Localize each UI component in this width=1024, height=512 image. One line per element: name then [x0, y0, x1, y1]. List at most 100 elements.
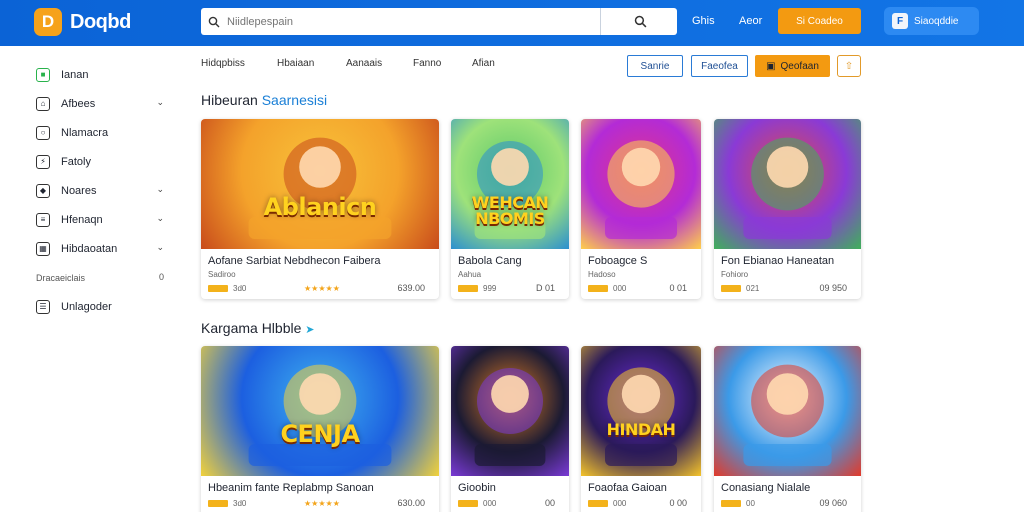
game-thumbnail[interactable]: Ablanicn: [201, 119, 439, 249]
game-card-body: Foboagce S Hadoso 000★★★0 01: [581, 249, 701, 294]
game-card-body: Conasiang Nialale 00★★★09 060: [714, 476, 861, 509]
game-thumbnail[interactable]: [714, 119, 861, 249]
sidebar-item-controller[interactable]: ≡ Hfenaqn ⌄: [36, 205, 172, 234]
signup-button[interactable]: Si Coadeo: [778, 8, 861, 34]
logo-text: Doqbd: [70, 10, 131, 33]
sidebar-item-store[interactable]: ⌂ Afbees ⌄: [36, 89, 172, 118]
sidebar-item-label: Unlagoder: [61, 300, 112, 313]
rating-badge: [208, 499, 228, 507]
game-stats-row: 000★★★00: [458, 497, 562, 509]
user-menu-button[interactable]: F Siaoqddie: [884, 7, 979, 35]
nav-link-aeor[interactable]: Aeor: [739, 15, 762, 27]
main-panel: ■ Ianan ⌂ Afbees ⌄ ○ Nlamacra ⚡ Fatoly ◆…: [0, 46, 1024, 512]
review-count: 00: [746, 498, 755, 508]
game-title[interactable]: Fon Ebianao Haneatan: [721, 255, 854, 267]
sidebar: ■ Ianan ⌂ Afbees ⌄ ○ Nlamacra ⚡ Fatoly ◆…: [36, 60, 172, 321]
game-stats-row: 3d0 ★★★★★ 639.00: [208, 282, 432, 294]
search-submit-button[interactable]: [625, 15, 655, 28]
sidebar-subheading[interactable]: Dracaeiclais 0: [36, 263, 172, 292]
home-icon: ■: [36, 67, 50, 82]
game-title[interactable]: Hbeanim fante Replabmp Sanoan: [208, 482, 432, 494]
rating-badge: [721, 499, 741, 507]
game-developer: Fohioro: [721, 270, 749, 279]
nav-link-ghis[interactable]: Ghis: [692, 15, 715, 27]
game-title[interactable]: Aofane Sarbiat Nebdhecon Faibera: [208, 255, 432, 267]
rating-badge: [458, 284, 478, 292]
rating-badge: [208, 284, 228, 292]
sidebar-item-label: Nlamacra: [61, 126, 109, 139]
game-art: [451, 119, 569, 249]
game-card[interactable]: HINDAH Foaofaa Gaioan 000★★★0 00: [581, 346, 701, 512]
compass-icon: ◆: [36, 183, 50, 198]
game-thumbnail[interactable]: [581, 119, 701, 249]
sidebar-item-bolt[interactable]: ⚡ Fatoly: [36, 147, 172, 176]
sidebar-item-circle[interactable]: ○ Nlamacra: [36, 118, 172, 147]
search-divider: [600, 8, 601, 35]
filter-tab-1[interactable]: Hidqpbiss: [201, 58, 245, 69]
game-card[interactable]: Conasiang Nialale 00★★★09 060: [714, 346, 861, 512]
search-bar: [201, 8, 677, 35]
top-bar: D Doqbd Ghis Aeor Si Coadeo F Siaoqddie: [0, 0, 1024, 46]
filter-tab-5[interactable]: Afian: [472, 58, 495, 69]
sidebar-item-grid[interactable]: ▦ Hibdaoatan ⌄: [36, 234, 172, 263]
star-rating: ★★★★★: [304, 498, 340, 508]
section-title-1: Hibeuran Saarnesisi: [201, 92, 327, 108]
game-card-body: Foaofaa Gaioan 000★★★0 00: [581, 476, 701, 509]
game-thumbnail[interactable]: [451, 346, 569, 476]
game-title[interactable]: Conasiang Nialale: [721, 482, 854, 494]
chevron-down-icon: ⌄: [156, 213, 164, 223]
star-rating: ★★★★★: [304, 283, 340, 293]
game-developer: Sadiroo: [208, 270, 236, 279]
game-price: 0 01: [669, 283, 687, 293]
sidebar-item-upload[interactable]: ☰ Unlagoder: [36, 292, 172, 321]
game-price: 630.00: [397, 498, 425, 508]
featured-button[interactable]: ▣ Qeofaan: [755, 55, 830, 77]
game-stats-row: 021★★09 950: [721, 282, 854, 294]
game-card[interactable]: WEHCAN NBOMIS Babola Cang Aahua 999★★★D 01: [451, 119, 569, 299]
circle-icon: ○: [36, 125, 50, 140]
game-stats-row: 000★★★0 01: [588, 282, 694, 294]
chevron-down-icon: ⌄: [156, 184, 164, 194]
game-logo-text: HINDAH: [606, 420, 676, 439]
game-title[interactable]: Babola Cang: [458, 255, 562, 267]
filter-tab-2[interactable]: Hbaiaan: [277, 58, 314, 69]
bookmark-icon: ▣: [766, 60, 776, 72]
sort-button[interactable]: Sanrie: [627, 55, 683, 77]
review-count: 021: [746, 283, 760, 293]
game-thumbnail[interactable]: WEHCAN NBOMIS: [451, 119, 569, 249]
sidebar-item-label: Fatoly: [61, 155, 91, 168]
user-name: Siaoqddie: [914, 15, 959, 27]
list-icon: ☰: [36, 299, 50, 314]
game-logo-text: CENJA: [280, 420, 360, 448]
game-title[interactable]: Foboagce S: [588, 255, 694, 267]
game-card[interactable]: Foboagce S Hadoso 000★★★0 01: [581, 119, 701, 299]
game-thumbnail[interactable]: HINDAH: [581, 346, 701, 476]
game-card[interactable]: Ablanicn Aofane Sarbiat Nebdhecon Faibera…: [201, 119, 439, 299]
game-title[interactable]: Gioobin: [458, 482, 562, 494]
game-card[interactable]: Gioobin 000★★★00: [451, 346, 569, 512]
rating-badge: [721, 284, 741, 292]
search-input[interactable]: [227, 8, 600, 35]
game-card-body: Fon Ebianao Haneatan Fohioro 021★★09 950: [714, 249, 861, 294]
game-price: 639.00: [397, 283, 425, 293]
sidebar-item-label: Hibdaoatan: [61, 242, 118, 255]
game-price: 09 060: [819, 498, 847, 508]
sidebar-item-home[interactable]: ■ Ianan: [36, 60, 172, 89]
game-title[interactable]: Foaofaa Gaioan: [588, 482, 694, 494]
game-card[interactable]: Fon Ebianao Haneatan Fohioro 021★★09 950: [714, 119, 861, 299]
game-logo-text: WEHCAN NBOMIS: [471, 193, 549, 228]
filter-tab-3[interactable]: Aanaais: [346, 58, 382, 69]
filter-button[interactable]: Faeofea: [691, 55, 748, 77]
sidebar-item-compass[interactable]: ◆ Noares ⌄: [36, 176, 172, 205]
game-thumbnail[interactable]: CENJA: [201, 346, 439, 476]
logo[interactable]: D Doqbd: [34, 7, 131, 37]
game-card[interactable]: CENJA Hbeanim fante Replabmp Sanoan 3d0 ★★★…: [201, 346, 439, 512]
share-icon[interactable]: ⇧: [837, 55, 861, 77]
review-count: 000: [483, 498, 497, 508]
game-thumbnail[interactable]: [714, 346, 861, 476]
game-art: [714, 119, 861, 249]
game-art: [581, 119, 701, 249]
game-card-body: Aofane Sarbiat Nebdhecon Faibera Sadiroo 3…: [201, 249, 439, 294]
bolt-icon: ⚡: [36, 154, 50, 169]
filter-tab-4[interactable]: Fanno: [413, 58, 441, 69]
